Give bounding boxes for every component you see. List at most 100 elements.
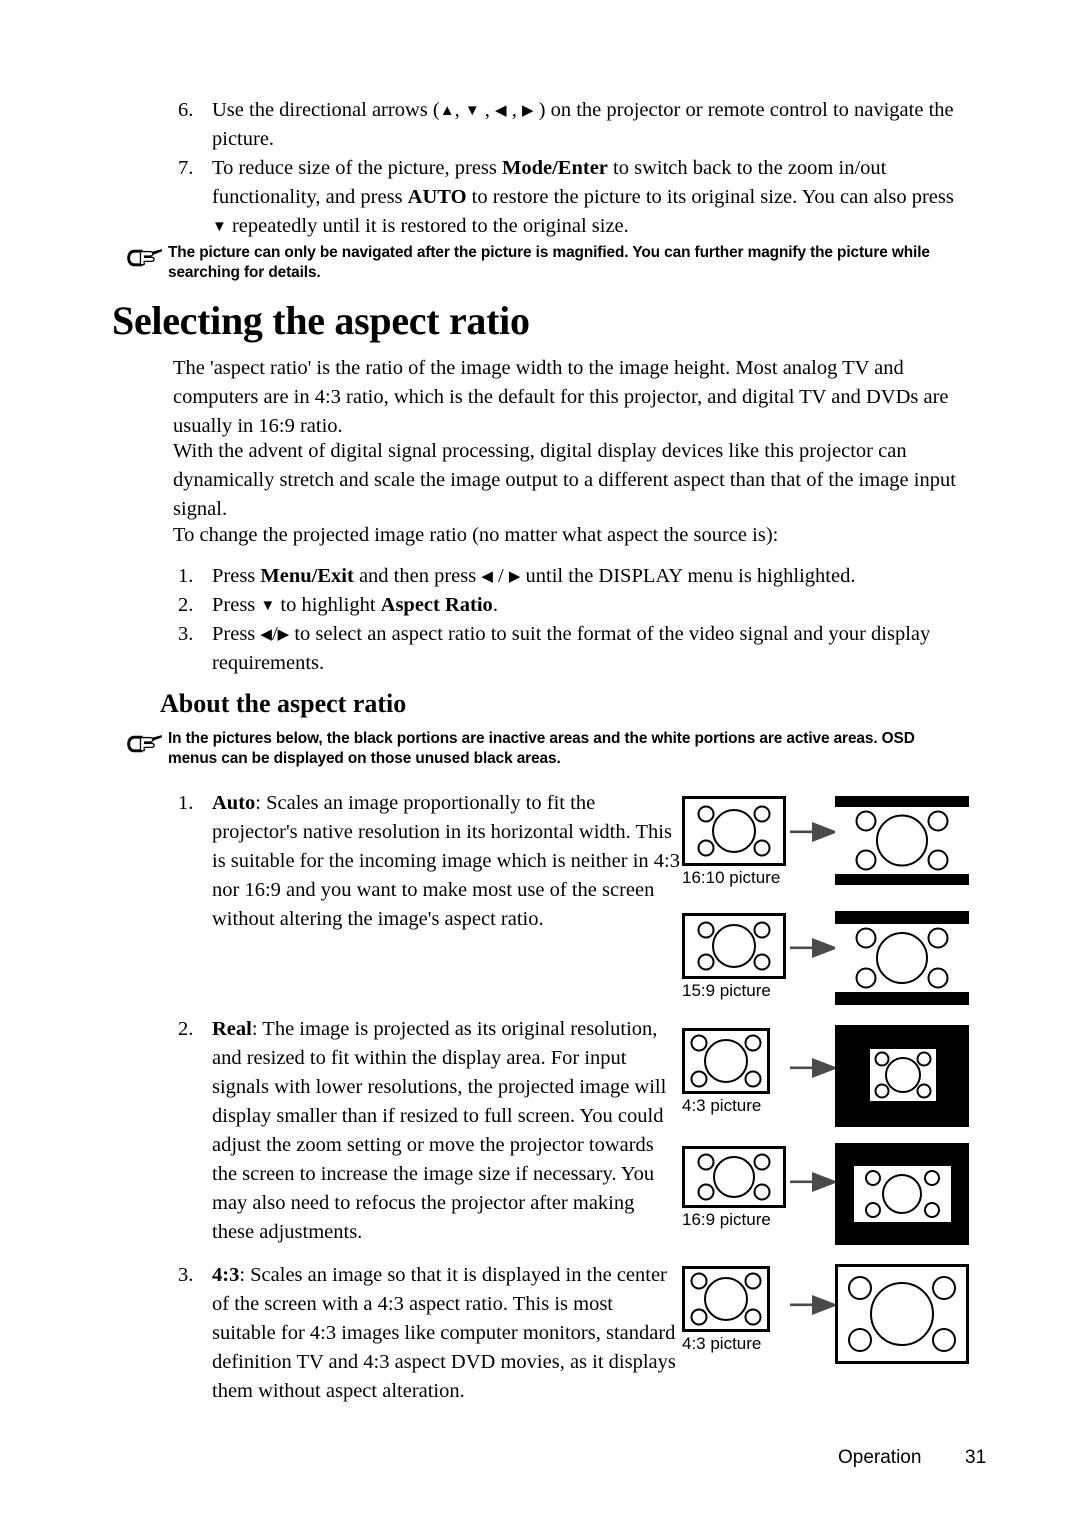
figure-15-9: 15:9 picture bbox=[682, 911, 972, 1013]
text-run: and then press bbox=[353, 565, 482, 587]
source-picture-15-9 bbox=[682, 913, 786, 979]
direction-arrow-icon: ▼ bbox=[212, 219, 227, 235]
text-run: menu is highlighted. bbox=[682, 565, 856, 587]
emphasis-text: AUTO bbox=[407, 186, 467, 208]
text-run: to select an aspect ratio to suit the fo… bbox=[212, 623, 931, 674]
result-picture-letterbox bbox=[835, 796, 969, 885]
list-item: 6. Use the directional arrows (▲, ▼ , ◀ … bbox=[160, 96, 960, 154]
direction-arrow-icon: ▼ bbox=[464, 103, 480, 119]
step-text: Press ▼ to highlight Aspect Ratio. bbox=[212, 591, 960, 620]
item-term: Real bbox=[212, 1018, 252, 1040]
direction-arrow-icon: ▶ bbox=[277, 627, 290, 643]
direction-arrow-icon: ▲ bbox=[439, 103, 455, 119]
text-run: Press bbox=[212, 623, 261, 645]
change-ratio-steps-list: 1. Press Menu/Exit and then press ◀ / ▶ … bbox=[160, 562, 960, 678]
emphasis-text: Menu/Exit bbox=[260, 565, 354, 587]
source-picture-4-3 bbox=[682, 1028, 770, 1094]
note-text: The picture can only be navigated after … bbox=[168, 244, 930, 281]
intro-paragraph-1: The 'aspect ratio' is the ratio of the i… bbox=[173, 357, 949, 437]
step-text: Use the directional arrows (▲, ▼ , ◀ , ▶… bbox=[212, 96, 960, 154]
text-run: Use the directional arrows ( bbox=[212, 99, 440, 121]
step-text: Press ◀/▶ to select an aspect ratio to s… bbox=[212, 620, 960, 678]
figure-4-3-real: 4:3 picture bbox=[682, 1025, 972, 1138]
list-item: 2. Real: The image is projected as its o… bbox=[160, 1015, 680, 1247]
source-picture-16-10 bbox=[682, 796, 786, 866]
item-text: 4:3: Scales an image so that it is displ… bbox=[212, 1261, 680, 1406]
text-run: DISPLAY bbox=[598, 565, 683, 587]
text-run: Press bbox=[212, 594, 261, 616]
result-picture-fullscreen bbox=[835, 1264, 969, 1364]
item-number: 3. bbox=[178, 1264, 194, 1286]
item-body: : The image is projected as its original… bbox=[212, 1018, 667, 1243]
list-item: 1. Press Menu/Exit and then press ◀ / ▶ … bbox=[160, 562, 960, 591]
result-picture-pillarbox-real bbox=[835, 1025, 969, 1127]
footer-page-number: 31 bbox=[965, 1447, 987, 1468]
step-number: 3. bbox=[178, 623, 194, 645]
step-number: 6. bbox=[178, 99, 194, 121]
step-text: To reduce size of the picture, press Mod… bbox=[212, 154, 960, 241]
direction-arrow-icon: ▶ bbox=[521, 103, 534, 119]
transform-arrow-icon bbox=[790, 822, 838, 842]
item-number: 2. bbox=[178, 1018, 194, 1040]
text-run: , bbox=[479, 99, 496, 121]
figure-caption: 4:3 picture bbox=[682, 1334, 762, 1353]
figure-16-10: 16:10 picture bbox=[682, 796, 972, 896]
step-number: 1. bbox=[178, 565, 194, 587]
text-run: to restore the picture to its original s… bbox=[466, 186, 954, 208]
text-run: / bbox=[492, 565, 509, 587]
list-item: 3. 4:3: Scales an image so that it is di… bbox=[160, 1261, 680, 1406]
text-run: until the bbox=[520, 565, 599, 587]
pointing-hand-icon bbox=[126, 246, 164, 270]
list-item: 3. Press ◀/▶ to select an aspect ratio t… bbox=[160, 620, 960, 678]
pointing-hand-icon bbox=[126, 732, 164, 756]
step-text: Press Menu/Exit and then press ◀ / ▶ unt… bbox=[212, 562, 960, 591]
text-run: , bbox=[506, 99, 522, 121]
text-run: Press bbox=[212, 565, 261, 587]
text-run: , bbox=[454, 99, 465, 121]
result-picture-letterbox-real bbox=[835, 1143, 969, 1245]
item-text: Auto: Scales an image proportionally to … bbox=[212, 789, 680, 934]
intro-paragraph-3: To change the projected image ratio (no … bbox=[173, 524, 779, 546]
result-picture-letterbox bbox=[835, 911, 969, 1005]
item-body: : Scales an image proportionally to fit … bbox=[212, 792, 680, 930]
footer-section-label: Operation bbox=[838, 1447, 922, 1468]
list-item: 1. Auto: Scales an image proportionally … bbox=[160, 789, 680, 934]
direction-arrow-icon: ▼ bbox=[260, 598, 276, 614]
figure-caption: 15:9 picture bbox=[682, 981, 771, 1000]
figure-caption: 16:10 picture bbox=[682, 868, 781, 887]
source-picture-4-3 bbox=[682, 1266, 770, 1332]
direction-arrow-icon: ◀ bbox=[260, 627, 272, 643]
emphasis-text: Aspect Ratio bbox=[380, 594, 493, 616]
list-item: 2. Press ▼ to highlight Aspect Ratio. bbox=[160, 591, 960, 620]
figure-caption: 4:3 picture bbox=[682, 1096, 762, 1115]
text-run: . bbox=[492, 594, 498, 616]
step-number: 7. bbox=[178, 157, 194, 179]
top-steps-list: 6. Use the directional arrows (▲, ▼ , ◀ … bbox=[160, 96, 960, 241]
text-run: To reduce size of the picture, press bbox=[212, 157, 503, 179]
page-title: Selecting the aspect ratio bbox=[112, 298, 530, 343]
text-run: repeatedly until it is restored to the o… bbox=[226, 215, 629, 237]
transform-arrow-icon bbox=[790, 1295, 838, 1315]
figure-caption: 16:9 picture bbox=[682, 1210, 771, 1229]
transform-arrow-icon bbox=[790, 1172, 838, 1192]
text-run: to highlight bbox=[275, 594, 381, 616]
direction-arrow-icon: ◀ bbox=[481, 569, 493, 585]
text-run: / bbox=[271, 623, 278, 645]
item-number: 1. bbox=[178, 792, 194, 814]
note-block-navigation: The picture can only be navigated after … bbox=[126, 243, 966, 283]
note-block-pictures: In the pictures below, the black portion… bbox=[126, 729, 966, 769]
figure-16-9-real: 16:9 picture bbox=[682, 1143, 972, 1256]
step-number: 2. bbox=[178, 594, 194, 616]
aspect-item-real: 2. Real: The image is projected as its o… bbox=[160, 1015, 680, 1247]
figure-4-3-scaled: 4:3 picture bbox=[682, 1264, 972, 1376]
item-body: : Scales an image so that it is displaye… bbox=[212, 1264, 676, 1402]
document-page: 6. Use the directional arrows (▲, ▼ , ◀ … bbox=[0, 0, 1080, 1529]
item-text: Real: The image is projected as its orig… bbox=[212, 1015, 680, 1247]
emphasis-text: Mode/Enter bbox=[502, 157, 608, 179]
transform-arrow-icon bbox=[790, 938, 838, 958]
item-term: Auto bbox=[212, 792, 256, 814]
item-term: 4:3 bbox=[212, 1264, 240, 1286]
aspect-item-auto: 1. Auto: Scales an image proportionally … bbox=[160, 789, 680, 934]
section-heading-about: About the aspect ratio bbox=[160, 689, 407, 718]
aspect-item-4-3: 3. 4:3: Scales an image so that it is di… bbox=[160, 1261, 680, 1406]
